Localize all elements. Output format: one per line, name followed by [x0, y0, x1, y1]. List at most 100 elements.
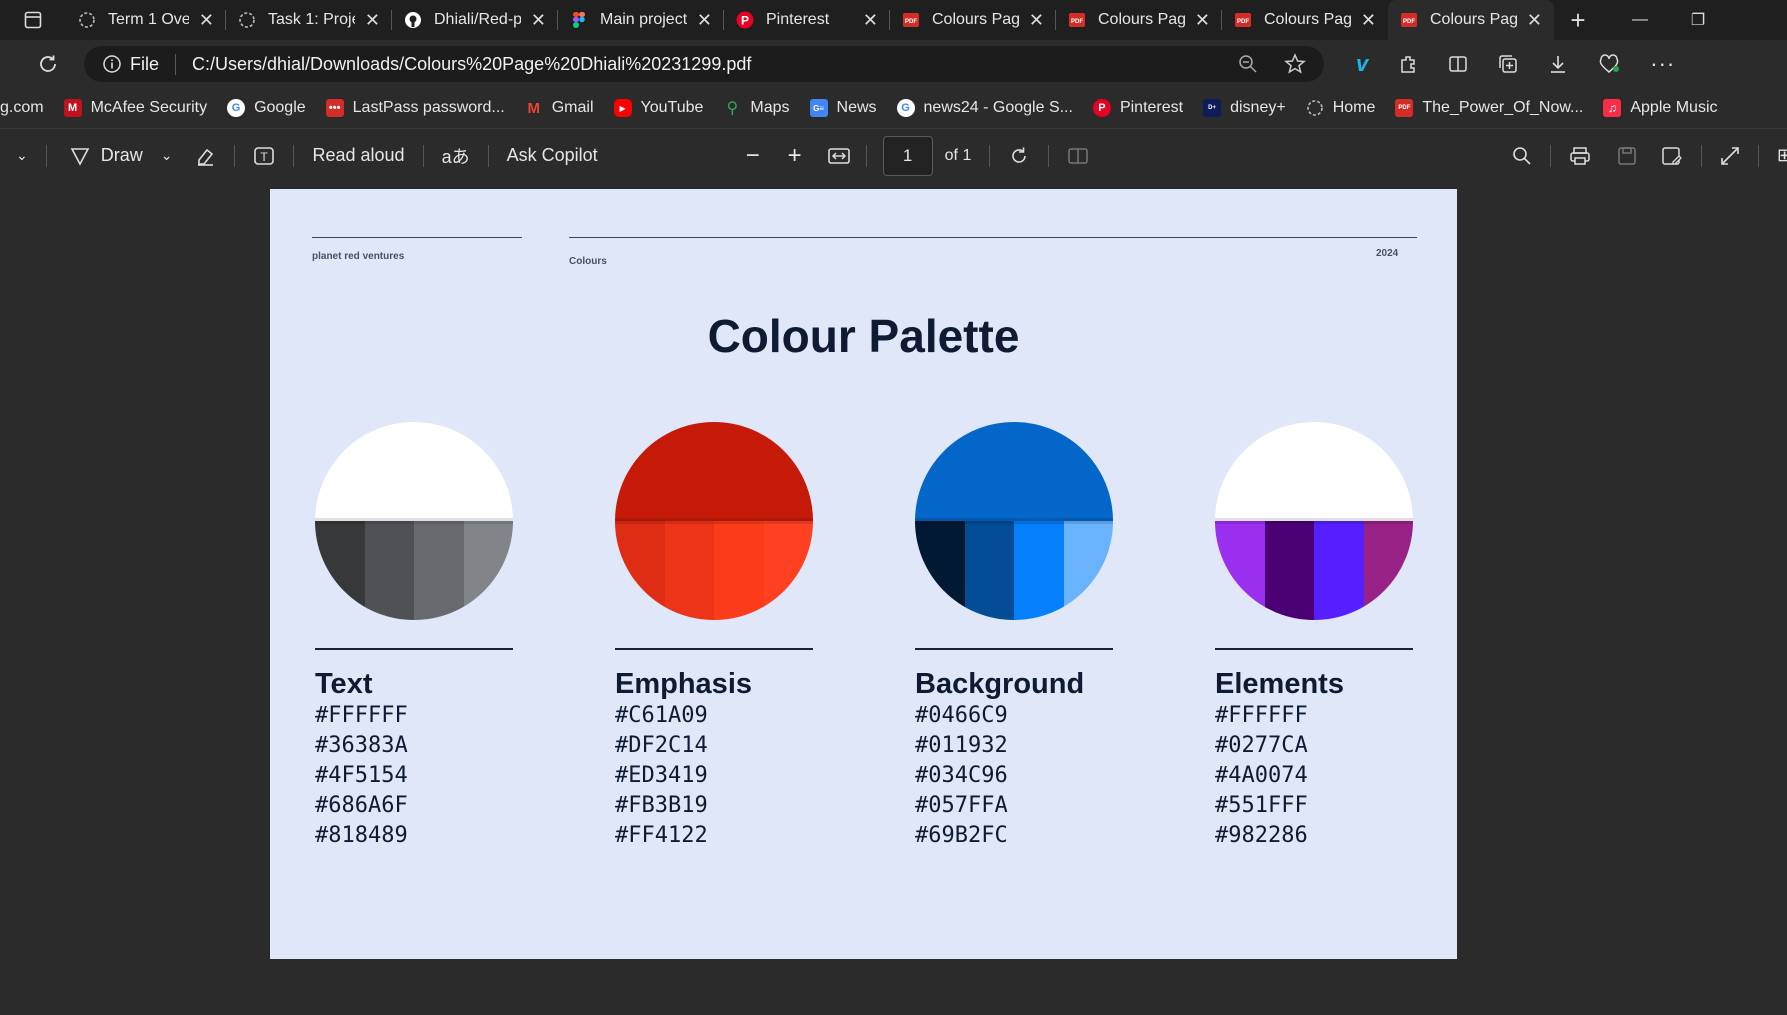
tab-colours-1[interactable]: PDF Colours Page ✕ — [890, 0, 1056, 40]
page-view-icon[interactable] — [1067, 146, 1089, 166]
refresh-button[interactable] — [24, 53, 72, 75]
tab-colours-active[interactable]: PDF Colours Page ✕ — [1388, 0, 1554, 40]
bookmark-label: Apple Music — [1630, 99, 1718, 116]
apple-music-icon: ♫ — [1603, 99, 1622, 117]
bookmark-maps[interactable]: ⚲ Maps — [723, 99, 790, 117]
bookmark-mcafee[interactable]: M McAfee Security — [63, 99, 207, 117]
close-icon[interactable]: ✕ — [697, 10, 712, 31]
tab-actions-button[interactable] — [0, 0, 66, 40]
bookmark-home[interactable]: Home — [1306, 99, 1375, 117]
plus-icon: + — [1570, 4, 1586, 35]
hex-list: #C61A09 #DF2C14 #ED3419 #FB3B19 #FF4122 — [615, 701, 813, 851]
page-number-input[interactable]: 1 — [882, 135, 933, 176]
hex-code: #69B2FC — [915, 823, 1008, 848]
collections-icon[interactable] — [1498, 54, 1518, 74]
swatch-stripe — [915, 521, 965, 620]
close-icon[interactable]: ✕ — [531, 10, 546, 31]
swatch-stripe — [414, 521, 464, 620]
hex-code: #4F5154 — [315, 763, 408, 788]
bookmark-lastpass[interactable]: ••• LastPass password... — [325, 99, 505, 117]
scheme-label: File — [130, 53, 177, 75]
close-icon[interactable]: ✕ — [863, 10, 878, 31]
search-icon[interactable] — [1512, 146, 1532, 166]
github-icon — [404, 11, 422, 29]
palette-swatch-circle — [1215, 422, 1413, 620]
save-icon[interactable] — [1617, 146, 1637, 166]
split-screen-icon[interactable] — [1448, 54, 1468, 74]
close-icon[interactable]: ✕ — [365, 10, 380, 31]
swatch-stripe — [664, 521, 714, 620]
tab-label: Main project — [600, 11, 687, 28]
text-box-icon[interactable]: T — [253, 145, 275, 167]
pdf-icon: PDF — [1395, 99, 1414, 117]
eraser-icon[interactable] — [194, 145, 216, 167]
loading-icon — [78, 11, 96, 29]
bookmark-google[interactable]: G Google — [227, 99, 306, 117]
fit-to-width-icon[interactable] — [827, 146, 850, 166]
fullscreen-icon[interactable] — [1720, 146, 1740, 166]
bookmark-gmail[interactable]: M Gmail — [525, 99, 593, 117]
tab-github[interactable]: Dhiali/Red-p ✕ — [392, 0, 558, 40]
bookmark-news[interactable]: G≡ News — [809, 99, 877, 117]
tab-colours-2[interactable]: PDF Colours Page ✕ — [1056, 0, 1222, 40]
minimize-button[interactable]: — — [1611, 11, 1669, 29]
close-icon[interactable]: ✕ — [1195, 10, 1210, 31]
read-aloud-button[interactable]: Read aloud — [312, 145, 404, 166]
print-icon[interactable] — [1569, 146, 1591, 166]
vimeo-icon[interactable]: v — [1356, 51, 1368, 77]
bookmark-pinterest[interactable]: P Pinterest — [1092, 99, 1184, 117]
section-label: Colours — [569, 256, 607, 267]
more-icon[interactable]: ··· — [1650, 51, 1675, 77]
url-text[interactable]: C:/Users/dhial/Downloads/Colours%20Page%… — [192, 54, 1238, 75]
translate-icon[interactable]: aあ — [442, 143, 470, 169]
close-icon[interactable]: ✕ — [1361, 10, 1376, 31]
bookmark-youtube[interactable]: ▶ YouTube — [613, 99, 703, 117]
bookmark-power-of-now[interactable]: PDF The_Power_Of_Now... — [1395, 99, 1583, 117]
zoom-out-icon[interactable] — [1238, 54, 1258, 74]
mcafee-icon: M — [63, 99, 82, 117]
tab-colours-3[interactable]: PDF Colours Page ✕ — [1222, 0, 1388, 40]
swatch-stripe — [463, 521, 513, 620]
chevron-down-icon[interactable]: ⌄ — [16, 147, 28, 164]
zoom-out-button[interactable]: − — [746, 142, 760, 170]
favorite-star-icon[interactable] — [1284, 53, 1306, 75]
performance-icon[interactable] — [1598, 54, 1620, 74]
bookmark-apple-music[interactable]: ♫ Apple Music — [1603, 99, 1718, 117]
save-as-icon[interactable] — [1661, 146, 1683, 166]
pinterest-icon: P — [736, 11, 754, 29]
extensions-icon[interactable] — [1398, 54, 1418, 74]
palette-background: Background #0466C9 #011932 #034C96 #057F… — [915, 422, 1113, 851]
restore-button[interactable]: ❐ — [1669, 10, 1727, 30]
brand-label: planet red ventures — [312, 251, 405, 262]
bookmark-news24[interactable]: Gnews24 - Google S... — [896, 99, 1073, 117]
close-icon[interactable]: ✕ — [1527, 10, 1542, 31]
chevron-down-icon[interactable]: ⌄ — [161, 147, 173, 164]
info-icon[interactable] — [102, 54, 122, 74]
bookmark-label: Pinterest — [1119, 99, 1184, 116]
draw-button[interactable]: Draw — [101, 145, 143, 166]
document-area[interactable]: planet red ventures Colours 2024 Colour … — [0, 182, 1787, 1015]
bookmark-disney[interactable]: D+ disney+ — [1203, 99, 1286, 117]
rotate-icon[interactable] — [1008, 145, 1030, 167]
pin-toolbar-icon[interactable]: ⊞ — [1777, 145, 1787, 166]
tab-task1[interactable]: Task 1: Projec ✕ — [226, 0, 392, 40]
download-icon[interactable] — [1548, 54, 1568, 74]
bookmark-label: The_Power_Of_Now... — [1422, 99, 1584, 116]
address-bar[interactable]: File C:/Users/dhial/Downloads/Colours%20… — [84, 46, 1324, 82]
zoom-in-button[interactable]: + — [788, 142, 802, 170]
ask-copilot-button[interactable]: Ask Copilot — [507, 145, 598, 166]
tab-figma[interactable]: Main project ✕ — [558, 0, 724, 40]
tab-term1[interactable]: Term 1 Overv ✕ — [66, 0, 226, 40]
draw-icon[interactable] — [69, 145, 91, 167]
bookmark-label: g.com — [0, 99, 44, 116]
palette-swatch-circle — [615, 422, 813, 620]
palette-swatch-circle — [315, 422, 513, 620]
bookmark-item[interactable]: g.com — [0, 99, 44, 117]
new-tab-button[interactable]: + — [1554, 0, 1602, 40]
tab-pinterest[interactable]: P Pinterest ✕ — [724, 0, 890, 40]
bookmark-label: LastPass password... — [352, 99, 505, 116]
close-icon[interactable]: ✕ — [199, 10, 214, 31]
hex-code: #034C96 — [915, 763, 1008, 788]
column-rule — [1215, 648, 1413, 650]
close-icon[interactable]: ✕ — [1029, 10, 1044, 31]
